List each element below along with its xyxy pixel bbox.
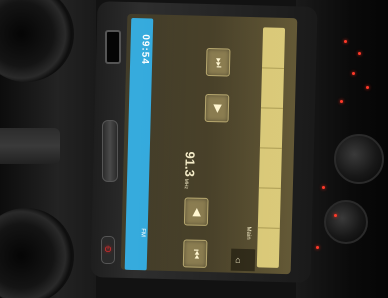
menu-item[interactable] [257, 187, 281, 229]
home-icon: ⌂ [235, 254, 241, 265]
source-label[interactable]: FM [140, 228, 146, 237]
main-tab[interactable]: Main [241, 219, 256, 247]
seek-down-button[interactable]: ◀ [183, 197, 209, 226]
power-button[interactable]: ⏻ [101, 236, 115, 264]
previous-track-icon: ⏮ [189, 248, 202, 259]
frequency-display: 91.3MHz [182, 151, 198, 189]
menu-item[interactable] [258, 147, 282, 189]
indicator-led [340, 100, 343, 103]
frequency-unit: MHz [182, 178, 190, 190]
indicator-led [316, 246, 319, 249]
indicator-led [344, 40, 347, 43]
indicator-led [358, 52, 361, 55]
menu-item[interactable] [260, 67, 285, 109]
seek-up-button[interactable]: ▶ [204, 93, 230, 123]
menu-item[interactable] [261, 27, 286, 69]
next-station-button[interactable]: ⏭ [205, 47, 231, 77]
menu-item[interactable] [257, 227, 280, 268]
menu-item[interactable] [259, 107, 283, 149]
usb-port [105, 30, 121, 64]
status-bar: 09:54 FM [124, 17, 154, 271]
home-button[interactable]: ⌂ [231, 253, 245, 267]
indicator-led [366, 86, 369, 89]
side-menu [256, 27, 286, 268]
main-tab-label: Main [245, 226, 252, 240]
indicator-led [322, 186, 325, 189]
clock-time: 09:54 [139, 34, 151, 66]
indicator-led [352, 72, 355, 75]
radio-display: 09:54 FM ⏭ ▶ 91.3MHz ◀ ⏮ Main ⌂ [120, 13, 298, 275]
car-dashboard-scene: ⏻ 09:54 FM ⏭ ▶ 91.3MHz ◀ ⏮ Main ⌂ [0, 0, 388, 298]
climate-knob-bottom[interactable] [324, 200, 368, 244]
next-track-icon: ⏭ [212, 57, 225, 68]
indicator-led [334, 214, 337, 217]
prev-station-button[interactable]: ⏮ [182, 239, 208, 268]
frequency-value: 91.3 [182, 151, 198, 178]
play-right-icon: ▶ [211, 103, 224, 113]
play-left-icon: ◀ [190, 207, 203, 217]
climate-knob-top[interactable] [334, 134, 384, 184]
hardware-rocker-button[interactable] [102, 120, 118, 182]
power-icon: ⏻ [104, 245, 112, 254]
dashboard-trim [0, 128, 60, 164]
